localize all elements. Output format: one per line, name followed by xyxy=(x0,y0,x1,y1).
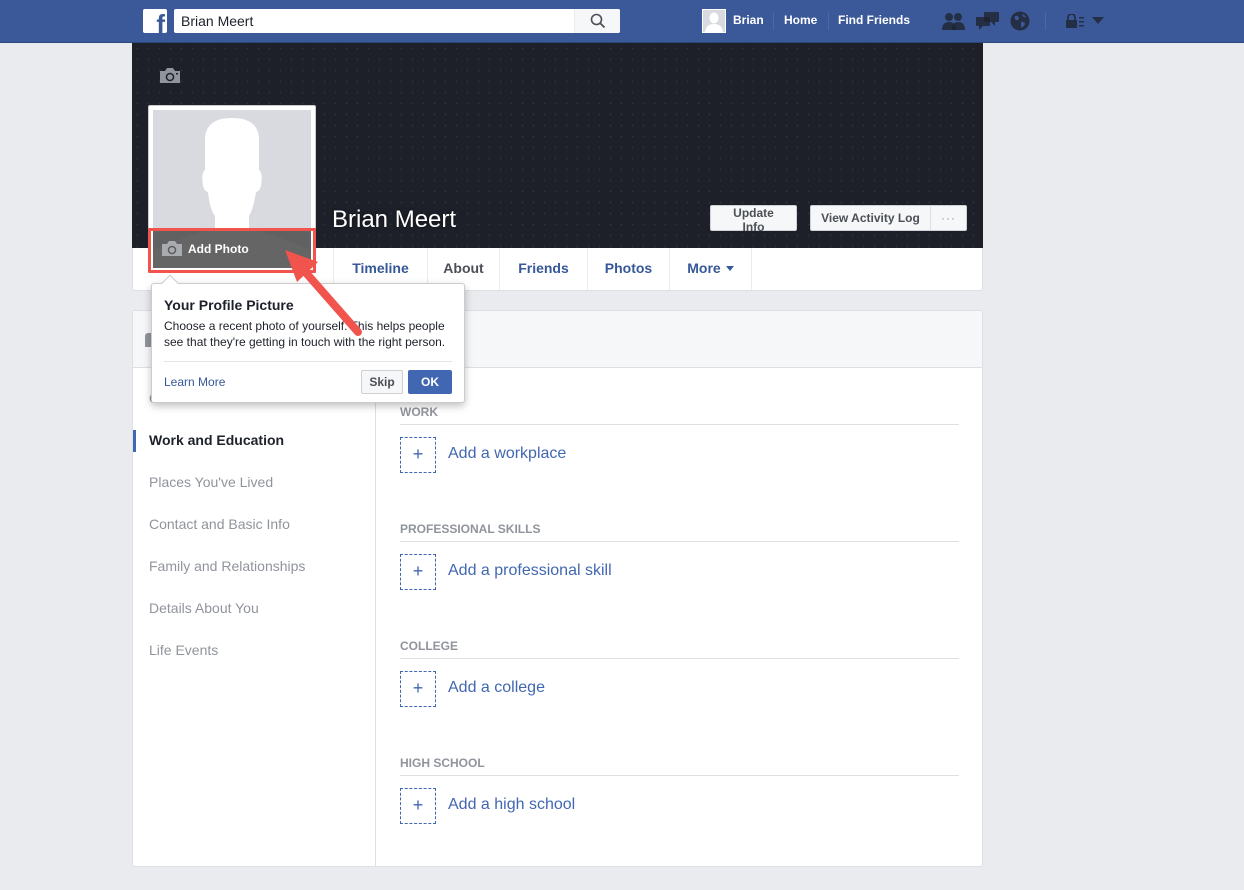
profile-picture-tooltip: Your Profile Picture Choose a recent pho… xyxy=(151,274,465,403)
nav-divider xyxy=(1045,12,1046,30)
chevron-down-icon xyxy=(725,266,734,271)
plus-icon: + xyxy=(400,671,436,707)
divider xyxy=(164,361,452,362)
add-photo-button[interactable]: Add Photo xyxy=(153,230,311,268)
nav-divider xyxy=(773,12,774,30)
messages-icon[interactable] xyxy=(976,11,1000,31)
notifications-globe-icon[interactable] xyxy=(1010,11,1030,31)
sidebar-item-details-about-you[interactable]: Details About You xyxy=(149,600,259,616)
camera-icon[interactable] xyxy=(159,67,181,84)
find-friends-link[interactable]: Find Friends xyxy=(838,13,910,27)
search-box xyxy=(174,9,620,33)
tooltip-title: Your Profile Picture xyxy=(164,297,294,313)
tab-friends[interactable]: Friends xyxy=(500,248,588,290)
tab-photos[interactable]: Photos xyxy=(588,248,670,290)
account-menu-caret-icon[interactable] xyxy=(1092,17,1104,25)
about-sidebar: Overview Work and Education Places You'v… xyxy=(133,368,376,866)
more-options-button[interactable]: ··· xyxy=(930,205,967,231)
nav-divider xyxy=(828,12,829,30)
profile-name[interactable]: Brian Meert xyxy=(332,206,456,234)
plus-icon: + xyxy=(400,437,436,473)
learn-more-link[interactable]: Learn More xyxy=(164,375,225,389)
camera-icon xyxy=(162,241,182,256)
plus-icon: + xyxy=(400,788,436,824)
tab-more[interactable]: More xyxy=(670,248,752,290)
top-navigation-bar: f Brian Home Find Friends xyxy=(0,0,1244,43)
profile-picture-image: Add Photo xyxy=(153,110,311,268)
ok-button[interactable]: OK xyxy=(408,370,452,394)
friend-requests-icon[interactable] xyxy=(942,11,966,31)
facebook-logo[interactable]: f xyxy=(143,9,167,33)
profile-link[interactable]: Brian xyxy=(733,13,764,27)
sidebar-item-places-lived[interactable]: Places You've Lived xyxy=(149,474,273,490)
privacy-lock-icon[interactable] xyxy=(1066,14,1086,28)
search-button[interactable] xyxy=(574,9,620,33)
sidebar-item-life-events[interactable]: Life Events xyxy=(149,642,218,658)
default-avatar-icon xyxy=(703,10,725,32)
sidebar-item-contact-info[interactable]: Contact and Basic Info xyxy=(149,516,290,532)
view-activity-log-button[interactable]: View Activity Log xyxy=(810,205,931,231)
plus-icon: + xyxy=(400,554,436,590)
home-link[interactable]: Home xyxy=(784,13,817,27)
tooltip-body: Choose a recent photo of yourself. This … xyxy=(164,319,446,349)
active-indicator xyxy=(133,430,136,452)
user-avatar[interactable] xyxy=(702,9,726,33)
update-info-button[interactable]: Update Info xyxy=(710,205,797,234)
search-icon xyxy=(590,13,606,29)
skip-button[interactable]: Skip xyxy=(361,370,403,394)
sidebar-item-work-education[interactable]: Work and Education xyxy=(149,432,284,448)
search-input[interactable] xyxy=(174,9,574,33)
sidebar-item-family-relationships[interactable]: Family and Relationships xyxy=(149,558,305,574)
profile-picture[interactable]: Add Photo xyxy=(148,105,316,273)
